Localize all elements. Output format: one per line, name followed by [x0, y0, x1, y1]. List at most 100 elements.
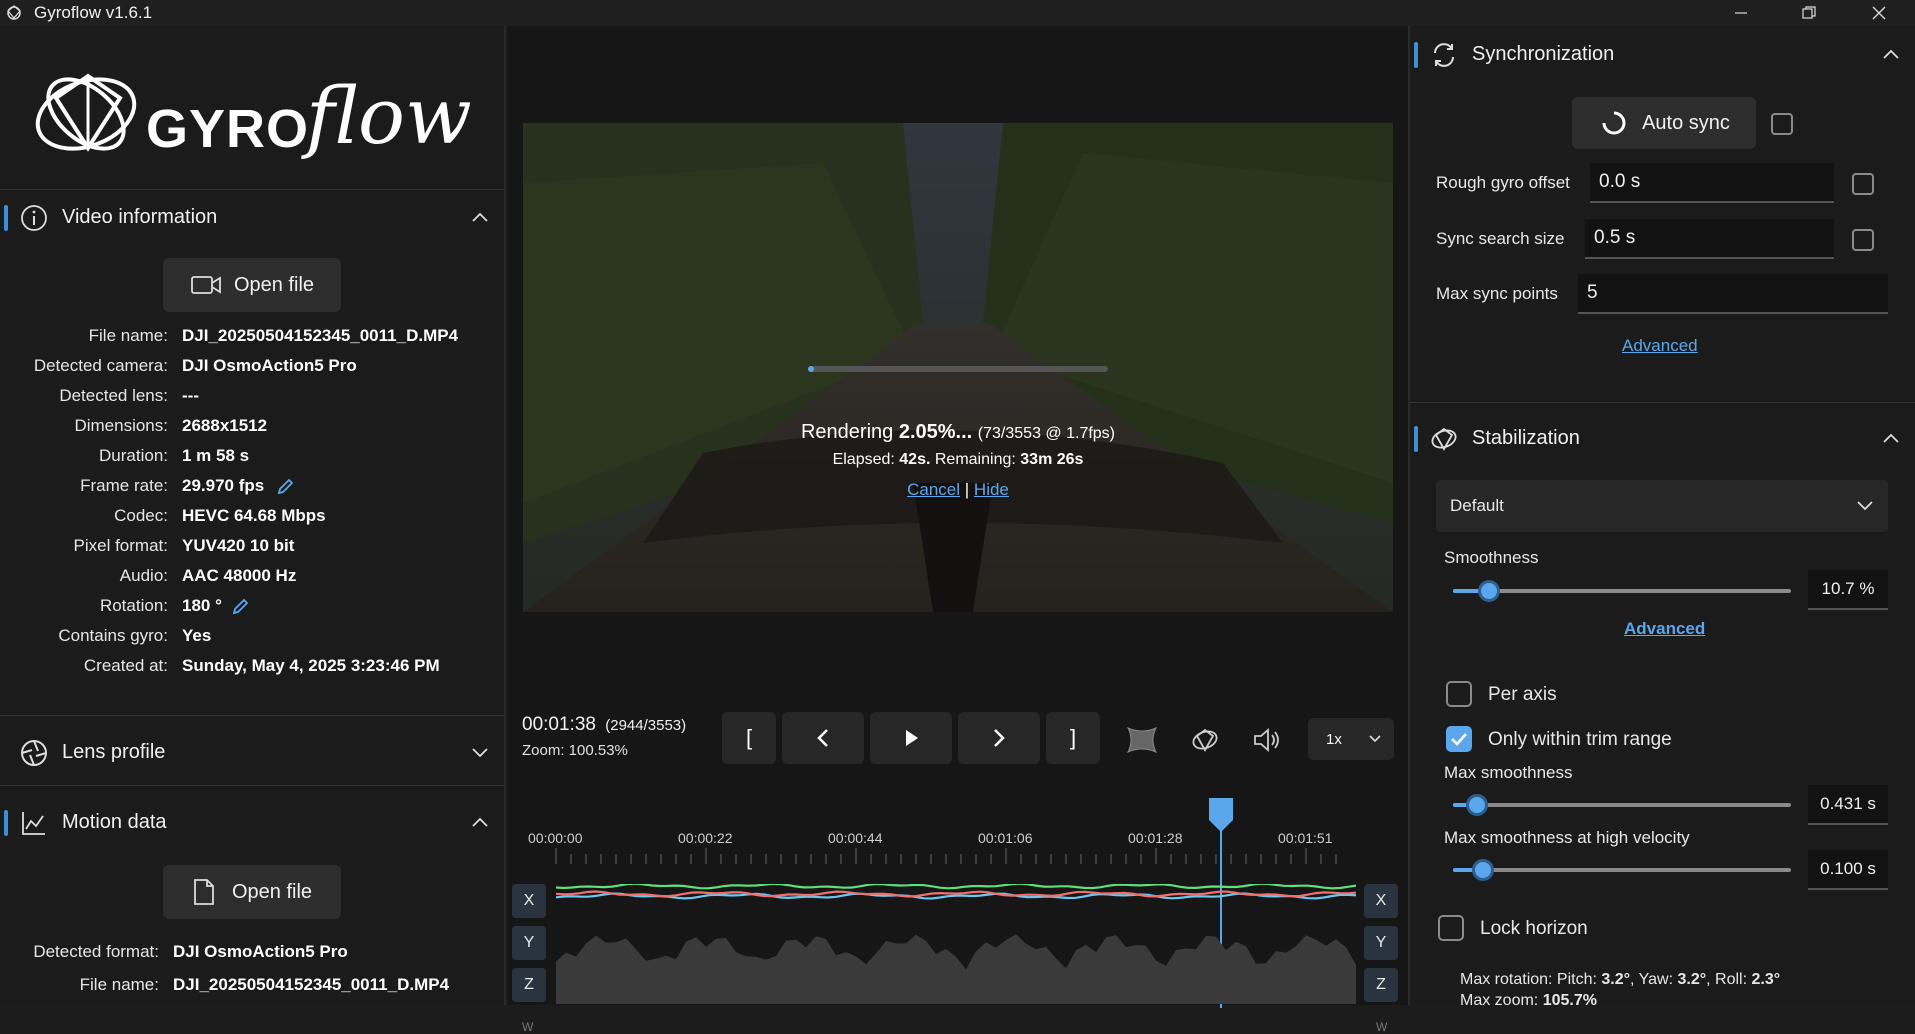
next-frame-button[interactable] [958, 712, 1040, 764]
smoothness-slider[interactable] [1478, 580, 1501, 602]
max-points-label: Max sync points [1436, 284, 1558, 303]
info-key: Detected lens: [59, 386, 168, 405]
volume-icon [1254, 728, 1279, 752]
auto-sync-checkbox[interactable] [1771, 113, 1793, 135]
render-progress-fill [808, 366, 815, 372]
rotation-label: Max rotation: Pitch: [1460, 971, 1597, 988]
open-file-label: Open file [231, 880, 313, 903]
lock-horizon-checkbox[interactable] [1438, 915, 1464, 941]
axis-toggle-y[interactable]: Y [1364, 926, 1398, 960]
mute-toggle[interactable] [1252, 726, 1282, 759]
auto-sync-button[interactable]: Auto sync [1572, 97, 1756, 149]
restore-button[interactable] [1780, 0, 1838, 26]
per-axis-checkbox[interactable] [1446, 681, 1472, 707]
render-percent: 2.05%... [898, 421, 973, 443]
stabilization-toggle[interactable] [1190, 726, 1220, 759]
render-times: Elapsed: 42s. Remaining: 33m 26s [523, 451, 1393, 469]
chevron-left-icon [817, 729, 828, 747]
prev-frame-button[interactable] [782, 712, 864, 764]
pencil-icon[interactable] [231, 598, 249, 616]
sync-advanced-link[interactable]: Advanced [1622, 336, 1698, 356]
info-key: Frame rate: [80, 476, 168, 495]
max-smooth-value[interactable]: 0.431 s [1808, 785, 1888, 825]
left-panel: GYRO flow Video information Open file Fi… [0, 26, 506, 1005]
stabilization-header[interactable]: Stabilization [1410, 412, 1915, 464]
yaw-label: , Yaw: [1630, 971, 1674, 988]
motion-data-title: Motion data [62, 810, 167, 833]
smoothness-value[interactable]: 10.7 % [1808, 570, 1888, 610]
search-size-checkbox[interactable] [1852, 229, 1874, 251]
minimize-button[interactable] [1712, 0, 1770, 26]
close-button[interactable] [1850, 0, 1908, 26]
render-label: Rendering [800, 421, 894, 443]
max-smooth-track [1453, 803, 1791, 807]
smoothing-method-select[interactable]: Default [1436, 480, 1888, 532]
sync-header[interactable]: Synchronization [1410, 28, 1915, 80]
video-info-header[interactable]: Video information [0, 191, 504, 243]
pitch-value: 3.2° [1601, 971, 1631, 988]
info-value: DJI_20250504152345_0011_D.MP4 [173, 975, 450, 994]
sync-icon [1434, 43, 1454, 67]
trim-range-checkbox[interactable] [1446, 726, 1472, 752]
info-value: YUV420 10 bit [182, 536, 295, 555]
info-row: File name: DJI_20250504152345_0011_D.MP4 [0, 975, 506, 1005]
trim-start-button[interactable]: [ [722, 712, 776, 764]
axis-toggle-x[interactable]: X [1364, 884, 1398, 918]
stabilization-title: Stabilization [1472, 426, 1580, 449]
gyroflow-logo: GYRO flow [28, 58, 478, 188]
hide-link[interactable]: Hide [974, 480, 1009, 499]
divider [0, 715, 504, 716]
check-icon [1451, 733, 1467, 746]
info-key: Detected camera: [33, 356, 168, 375]
max-smooth-hv-value[interactable]: 0.100 s [1808, 850, 1888, 890]
info-row: Duration: 1 m 58 s [0, 446, 506, 476]
rough-offset-input[interactable]: 0.0 s [1590, 163, 1834, 203]
playback-time: 00:01:38 (2944/3553) [522, 714, 686, 736]
video-camera-icon [191, 276, 221, 294]
axis-toggle-y[interactable]: Y [512, 926, 546, 960]
info-row: Pixel format: YUV420 10 bit [0, 536, 506, 566]
info-key: File name: [79, 975, 159, 994]
lens-profile-title: Lens profile [62, 740, 166, 763]
green-series [556, 884, 1356, 890]
search-size-input[interactable]: 0.5 s [1585, 219, 1834, 259]
playback-speed-select[interactable]: 1x [1308, 718, 1394, 760]
trim-end-button[interactable]: ] [1046, 712, 1100, 764]
restore-icon [1802, 6, 1816, 19]
zoom-level: Zoom: 100.53% [522, 742, 628, 759]
stab-advanced-link[interactable]: Advanced [1624, 619, 1705, 639]
info-row: Detected format: DJI OsmoAction5 Pro [0, 942, 506, 972]
motion-graph[interactable] [556, 884, 1356, 1004]
render-actions: Cancel | Hide [523, 480, 1393, 500]
open-motion-button[interactable]: Open file [163, 865, 341, 919]
axis-toggle-z[interactable]: Z [512, 968, 546, 1002]
open-video-button[interactable]: Open file [163, 258, 341, 312]
max-points-input[interactable]: 5 [1578, 274, 1888, 314]
max-zoom-label: Max zoom: [1460, 992, 1539, 1009]
info-value: --- [182, 386, 199, 405]
per-axis-label: Per axis [1488, 684, 1557, 705]
max-rotation-info: Max rotation: Pitch: 3.2°, Yaw: 3.2°, Ro… [1460, 971, 1780, 989]
axis-toggle-z[interactable]: Z [1364, 968, 1398, 1002]
rough-offset-checkbox[interactable] [1852, 173, 1874, 195]
method-value: Default [1450, 496, 1504, 515]
lens-distortion-toggle[interactable] [1126, 726, 1158, 759]
divider [0, 785, 504, 786]
axis-toggle-x[interactable]: X [512, 884, 546, 918]
video-preview[interactable]: Rendering 2.05%... (73/3553 @ 1.7fps) El… [523, 123, 1393, 612]
motion-data-header[interactable]: Motion data [0, 796, 504, 848]
info-row: Codec: HEVC 64.68 Mbps [0, 506, 506, 536]
lens-profile-header[interactable]: Lens profile [0, 726, 504, 778]
max-smooth-hv-track [1453, 868, 1791, 872]
play-button[interactable] [870, 712, 952, 764]
cancel-link[interactable]: Cancel [907, 480, 960, 499]
info-value: Yes [182, 626, 212, 645]
max-smooth-hv-slider[interactable] [1472, 859, 1495, 881]
divider [0, 189, 504, 190]
pencil-icon[interactable] [276, 478, 294, 496]
chevron-up-icon [1883, 433, 1899, 443]
max-smooth-slider[interactable] [1465, 794, 1488, 816]
bottom-right-label: W [1376, 1020, 1388, 1034]
yaw-value: 3.2° [1677, 971, 1707, 988]
elapsed-label: Elapsed: [832, 451, 895, 468]
